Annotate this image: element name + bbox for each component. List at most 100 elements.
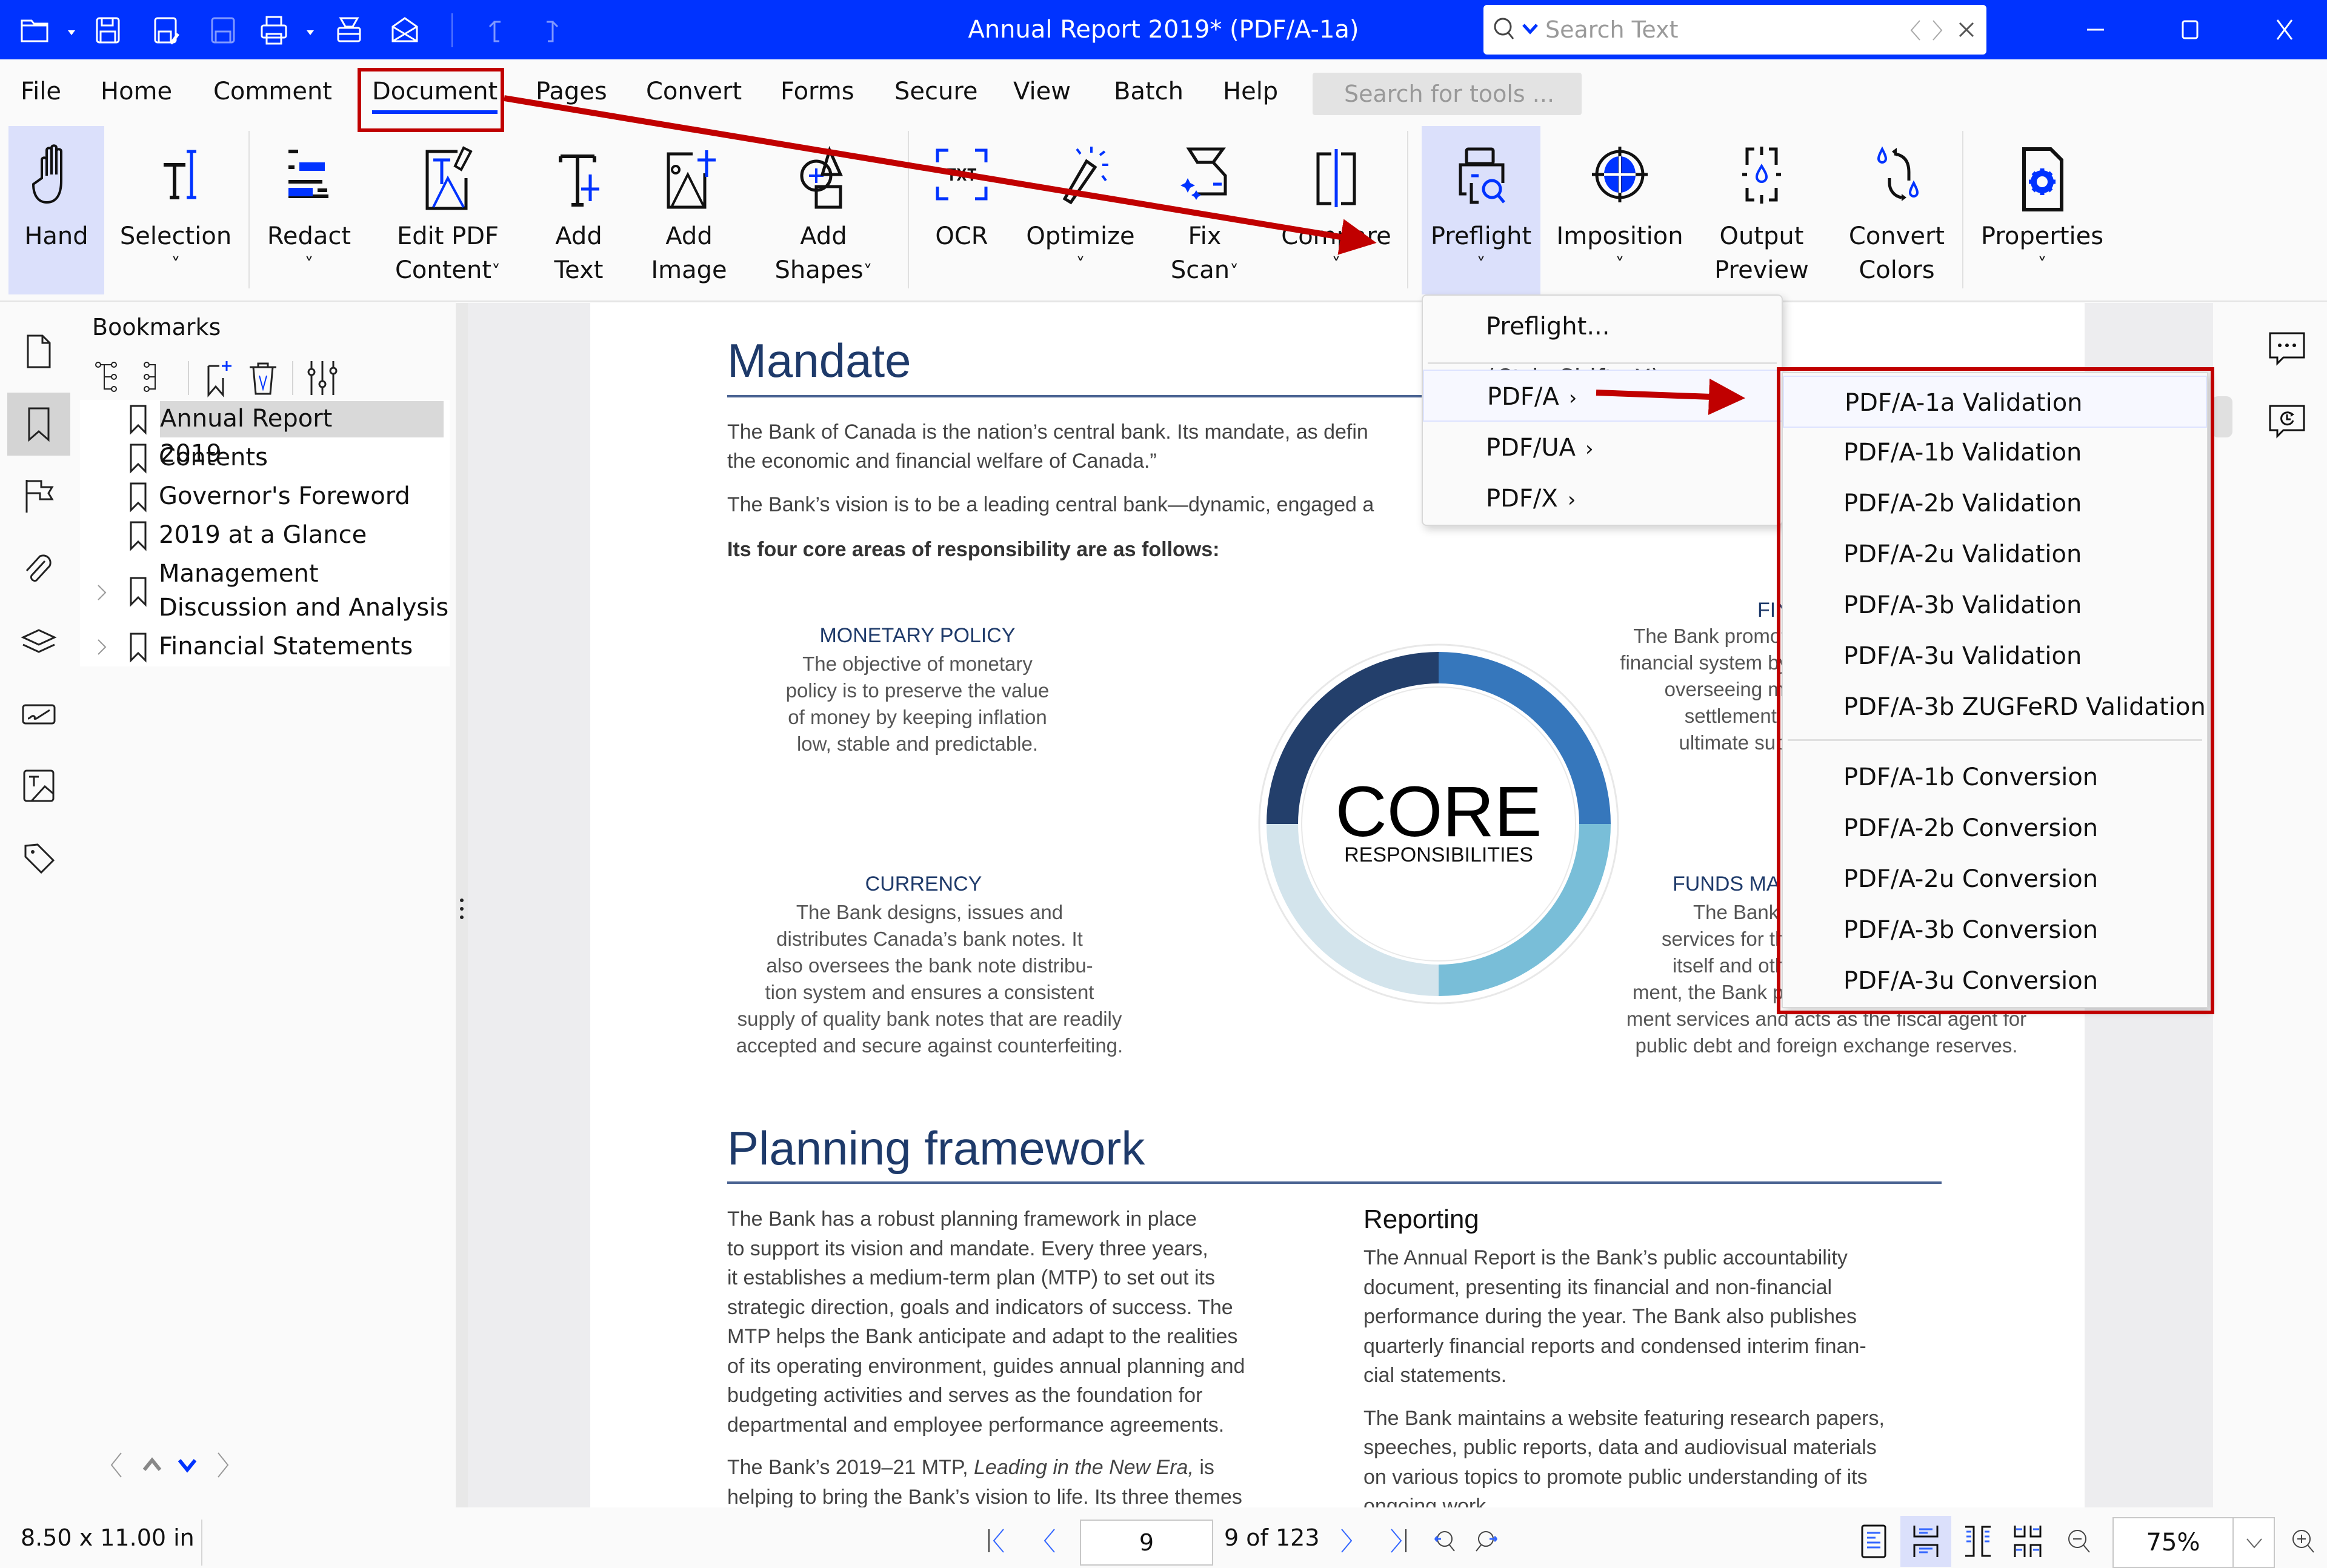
open-folder-icon[interactable] (18, 13, 52, 47)
bookmark-label: Contents (159, 443, 268, 471)
output-preview-button[interactable]: Output Preview (1705, 126, 1818, 294)
zoom-dropdown-chevron-icon[interactable] (2232, 1518, 2275, 1567)
menu-home[interactable]: Home (101, 78, 172, 105)
bookmark-item[interactable]: Financial Statements (80, 628, 450, 666)
single-page-view-button[interactable] (1848, 1516, 1899, 1567)
next-view-icon[interactable] (1471, 1526, 1502, 1556)
attachments-panel-button[interactable] (7, 537, 70, 600)
save-icon[interactable] (91, 13, 125, 47)
previous-bookmark-icon[interactable] (102, 1447, 132, 1483)
continuous-view-button[interactable] (1900, 1516, 1951, 1567)
menu-item-preflight-dialog[interactable]: Preflight... (Ctrl+Shift+X) (1423, 301, 1782, 393)
bookmarks-panel-button[interactable] (7, 393, 70, 456)
search-previous-icon[interactable] (1906, 18, 1923, 42)
print-dropdown-icon[interactable] (293, 13, 314, 47)
next-bookmark-icon[interactable] (207, 1447, 238, 1483)
selection-button[interactable]: Selection ˅ (115, 126, 236, 294)
menu-item-pdfx[interactable]: PDF/X › (1423, 473, 1782, 525)
expand-chevron-icon[interactable] (91, 582, 113, 603)
search-next-icon[interactable] (1929, 18, 1946, 42)
menu-item-pdfua[interactable]: PDF/UA › (1423, 422, 1782, 474)
preflight-button[interactable]: Preflight ˅ (1422, 126, 1540, 294)
maximize-button[interactable] (2160, 6, 2220, 53)
menu-comment[interactable]: Comment (213, 78, 332, 105)
bookmark-item[interactable]: Management Discussion and Analysis (80, 555, 450, 628)
menu-batch[interactable]: Batch (1114, 78, 1183, 105)
bookmark-item[interactable]: Contents (80, 439, 450, 477)
add-image-button[interactable]: Add Image (638, 126, 741, 294)
move-up-icon[interactable] (137, 1447, 167, 1483)
print-icon[interactable] (257, 13, 291, 47)
bookmark-item[interactable]: Annual Report 2019 (80, 400, 450, 468)
add-text-button[interactable]: Add Text (528, 126, 629, 294)
previous-view-icon[interactable] (1429, 1526, 1459, 1556)
page-number-input[interactable]: 9 (1080, 1520, 1213, 1566)
expand-chevron-icon[interactable] (91, 636, 113, 658)
scan-icon[interactable] (332, 13, 366, 47)
collapse-all-icon[interactable] (135, 356, 171, 399)
vertical-scrollbar-thumb[interactable] (2212, 396, 2232, 437)
page-thumbnails-button[interactable] (7, 320, 70, 383)
zoom-out-icon[interactable] (2064, 1526, 2094, 1556)
save-all-icon[interactable] (206, 13, 240, 47)
previous-page-icon[interactable] (1035, 1526, 1065, 1556)
edit-pdf-content-button[interactable]: Edit PDF Content˅ (379, 126, 516, 294)
bookmark-item[interactable]: Governor's Foreword (80, 477, 450, 516)
menu-help[interactable]: Help (1223, 78, 1278, 105)
delete-bookmark-icon[interactable] (245, 356, 281, 399)
menu-secure[interactable]: Secure (894, 78, 978, 105)
add-bookmark-icon[interactable] (200, 356, 236, 399)
menu-view[interactable]: View (1013, 78, 1071, 105)
minimize-button[interactable] (2065, 6, 2126, 53)
email-icon[interactable] (388, 13, 422, 47)
menu-pages[interactable]: Pages (536, 78, 607, 105)
image-text-panel-button[interactable] (7, 754, 70, 817)
open-dropdown-icon[interactable] (55, 13, 75, 47)
panel-splitter[interactable] (456, 303, 468, 1507)
bookmark-item[interactable]: 2019 at a Glance (80, 516, 450, 555)
menu-convert[interactable]: Convert (646, 78, 742, 105)
bookmark-settings-icon[interactable] (304, 356, 341, 399)
menu-file[interactable]: File (21, 78, 61, 105)
next-page-icon[interactable] (1331, 1526, 1361, 1556)
ribbon-divider (1407, 131, 1408, 288)
comments-panel-button[interactable] (2265, 327, 2309, 371)
redact-button[interactable]: Redact ˅ (255, 126, 364, 294)
signatures-panel-button[interactable] (7, 682, 70, 745)
compare-button[interactable]: Compare ˅ (1273, 126, 1400, 294)
imposition-button[interactable]: Imposition ˅ (1550, 126, 1689, 294)
continuous-page-icon (1913, 1526, 1939, 1557)
hand-tool-button[interactable]: Hand (8, 126, 104, 294)
tags-panel-button[interactable] (7, 826, 70, 889)
ocr-button[interactable]: TXT OCR (914, 126, 1010, 294)
zoom-in-icon[interactable] (2288, 1526, 2319, 1556)
menu-forms[interactable]: Forms (781, 78, 854, 105)
last-page-icon[interactable] (1382, 1526, 1412, 1556)
zoom-level-select[interactable]: 75% (2112, 1517, 2275, 1568)
bookmark-icon (126, 519, 150, 553)
search-clear-icon[interactable] (1956, 19, 1977, 40)
tool-search-input[interactable]: Search for tools ... (1313, 73, 1582, 115)
save-as-icon[interactable] (149, 13, 183, 47)
fix-scan-button[interactable]: Fix Scan˅ (1154, 126, 1256, 294)
first-page-icon[interactable] (983, 1526, 1013, 1556)
expand-all-icon[interactable] (92, 356, 128, 399)
search-options-chevron-icon[interactable] (1521, 19, 1539, 38)
search-text-field[interactable]: Search Text (1483, 5, 1986, 55)
flags-panel-button[interactable] (7, 464, 70, 527)
optimize-button[interactable]: Optimize ˅ (1014, 126, 1147, 294)
two-page-continuous-view-button[interactable] (2002, 1516, 2053, 1567)
move-down-icon[interactable] (172, 1447, 202, 1483)
layers-panel-button[interactable] (7, 610, 70, 673)
mandate-heading: Mandate (727, 334, 911, 387)
comment-history-button[interactable] (2265, 400, 2309, 443)
output-preview-label: Output (1719, 222, 1804, 250)
add-shapes-button[interactable]: Add Shapes˅ (749, 126, 898, 294)
properties-button[interactable]: Properties ˅ (1976, 126, 2109, 294)
two-page-view-button[interactable] (1952, 1516, 2003, 1567)
menu-item-pdfa[interactable]: PDF/A › (1423, 370, 1783, 422)
undo-icon[interactable] (479, 13, 513, 47)
redo-icon[interactable] (534, 13, 568, 47)
convert-colors-button[interactable]: Convert Colors (1836, 126, 1957, 294)
close-button[interactable] (2254, 6, 2315, 53)
